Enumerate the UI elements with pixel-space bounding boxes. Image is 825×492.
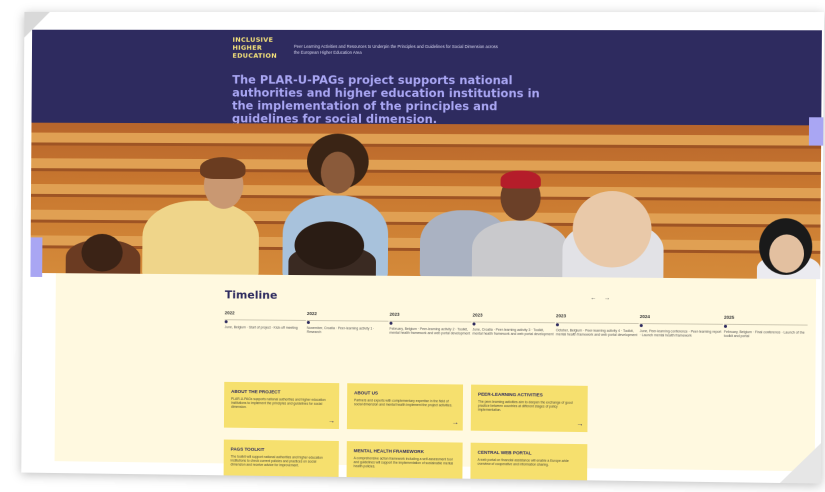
card-mental-health[interactable]: MENTAL HEALTH FRAMEWORK A comprehensive … [346, 441, 463, 484]
timeline-item: 2024 June, Peer-learning conference · Pe… [640, 314, 723, 338]
timeline-track: 2022 June, Belgium · Start of project · … [225, 310, 808, 338]
card-title: PEER-LEARNING ACTIVITIES [478, 391, 543, 398]
card-text: PLAR-U-PAGs supports national authoritie… [230, 396, 326, 410]
timeline-dot [224, 320, 228, 324]
card-text: The toolkit will support national author… [230, 454, 323, 468]
hero-photo [30, 122, 822, 280]
card-peer-learning[interactable]: PEER-LEARNING ACTIVITIES The peer-learni… [470, 384, 588, 433]
card-pags-toolkit[interactable]: PAGS TOOLKIT The toolkit will support na… [223, 439, 339, 484]
timeline-year: 2025 [724, 314, 735, 320]
timeline-nav: ← → [590, 295, 616, 301]
timeline-text: November, Croatia · Peer-learning activi… [306, 325, 375, 335]
timeline-year: 2022 [306, 311, 317, 317]
timeline-dot [389, 321, 393, 325]
screenshot-frame: INCLUSIVE HIGHER EDUCATION Peer Learning… [21, 11, 825, 484]
card-text: A web portal on financial assistance wil… [477, 457, 569, 467]
arrow-right-icon[interactable]: → [328, 476, 335, 483]
timeline-item: 2023 October, Belgium · Peer-learning ac… [556, 313, 639, 337]
arrow-right-icon[interactable]: → [604, 296, 610, 302]
decorative-accent [30, 237, 43, 277]
timeline-item: 2025 February, Belgium · Final conferenc… [724, 315, 808, 339]
timeline-dot [306, 320, 310, 324]
timeline-year: 2023 [555, 313, 567, 319]
timeline-text: June, Peer-learning conference · Peer-le… [639, 329, 722, 338]
timeline-dot [723, 324, 728, 328]
page-fold-corner [779, 442, 822, 484]
arrow-left-icon[interactable]: ← [590, 295, 596, 301]
timeline-text: June, Croatia · Peer-learning activity 3… [472, 327, 554, 337]
timeline-year: 2023 [389, 311, 400, 317]
timeline-item: 2022 June, Belgium · Start of project · … [225, 310, 306, 330]
logo-line-1: INCLUSIVE [232, 35, 274, 44]
timeline-year: 2022 [224, 310, 235, 316]
timeline-item: 2022 November, Croatia · Peer-learning a… [307, 311, 389, 335]
card-about-project[interactable]: ABOUT THE PROJECT PLAR-U-PAGs supports n… [223, 381, 340, 430]
card-text: Partners and experts with complementary … [354, 398, 453, 408]
arrow-right-icon[interactable]: → [452, 419, 459, 426]
timeline-dot [472, 322, 476, 326]
timeline-year: 2024 [639, 313, 650, 320]
timeline-dot [555, 323, 559, 327]
site-header: INCLUSIVE HIGHER EDUCATION Peer Learning… [31, 29, 822, 138]
site-tagline: Peer Learning Activities and Resources t… [293, 43, 498, 55]
arrow-right-icon[interactable]: → [576, 479, 583, 483]
card-text: A comprehensive action framework includi… [353, 456, 454, 469]
arrow-right-icon[interactable]: → [451, 477, 458, 483]
card-title: PAGS TOOLKIT [230, 446, 265, 452]
card-text: The peer-learning activities aim to deep… [477, 399, 573, 413]
main-content: Timeline ← → 2022 June, Belgium · Start … [54, 273, 817, 484]
card-title: CENTRAL WEB PORTAL [477, 449, 532, 456]
timeline-year: 2023 [472, 312, 483, 318]
timeline-item: 2023 June, Croatia · Peer-learning activ… [472, 312, 555, 337]
timeline-dot [639, 324, 643, 328]
timeline-heading: Timeline [224, 288, 278, 302]
decorative-accent [808, 117, 824, 146]
arrow-right-icon[interactable]: → [576, 421, 583, 428]
logo-line-2: HIGHER [232, 43, 263, 52]
card-title: MENTAL HEALTH FRAMEWORK [353, 448, 425, 455]
card-title: ABOUT US [354, 390, 379, 396]
card-web-portal[interactable]: CENTRAL WEB PORTAL A web portal on finan… [470, 442, 588, 484]
card-about-us[interactable]: ABOUT US Partners and experts with compl… [346, 383, 464, 431]
logo-line-3: EDUCATION [232, 51, 277, 60]
timeline-text: October, Belgium · Peer-learning activit… [555, 328, 638, 338]
hero-headline: The PLAR-U-PAGs project supports nationa… [231, 72, 540, 127]
timeline-item: 2023 February, Belgium · Peer-learning a… [389, 311, 472, 336]
site-logo[interactable]: INCLUSIVE HIGHER EDUCATION [232, 36, 277, 60]
arrow-right-icon[interactable]: → [328, 418, 335, 425]
timeline-text: June, Belgium · Start of project · Kick-… [224, 325, 298, 330]
timeline-text: February, Belgium · Peer-learning activi… [389, 326, 471, 336]
timeline-text: February, Belgium · Final conference · L… [723, 329, 805, 339]
card-title: ABOUT THE PROJECT [231, 388, 281, 395]
